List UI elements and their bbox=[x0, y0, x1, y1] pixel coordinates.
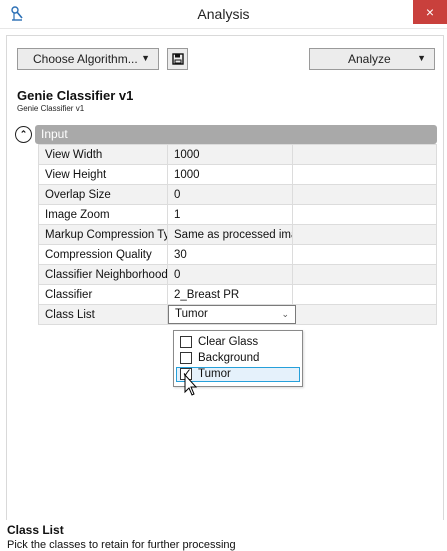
toolbar: Choose Algorithm... ▼ Analyze ▼ bbox=[7, 36, 443, 76]
class-option-clear-glass[interactable]: Clear Glass bbox=[176, 335, 300, 350]
property-name: Classifier bbox=[38, 284, 168, 305]
analysis-window: Analysis × Choose Algorithm... ▼ Analyze… bbox=[0, 0, 447, 551]
title-bar[interactable]: Analysis × bbox=[0, 0, 447, 29]
property-row[interactable]: View Height 1000 bbox=[38, 164, 437, 185]
property-extra-cell bbox=[292, 184, 437, 205]
property-extra-cell bbox=[292, 304, 437, 325]
property-row[interactable]: Classifier 2_Breast PR bbox=[38, 284, 437, 305]
choose-algorithm-label: Choose Algorithm... bbox=[33, 52, 138, 66]
property-value[interactable]: 0 bbox=[167, 184, 293, 205]
property-row[interactable]: Image Zoom 1 bbox=[38, 204, 437, 225]
property-row[interactable]: Markup Compression Type Same as processe… bbox=[38, 224, 437, 245]
property-value[interactable]: 30 bbox=[167, 244, 293, 265]
property-row[interactable]: View Width 1000 bbox=[38, 144, 437, 165]
property-value[interactable]: 2_Breast PR bbox=[167, 284, 293, 305]
option-label: Tumor bbox=[198, 368, 231, 380]
class-list-dropdown[interactable]: Tumor ⌄ bbox=[168, 305, 296, 324]
property-value[interactable]: 0 bbox=[167, 264, 293, 285]
option-label: Background bbox=[198, 352, 260, 364]
input-section-header[interactable]: Input bbox=[35, 125, 437, 144]
property-value[interactable]: 1 bbox=[167, 204, 293, 225]
chevron-up-icon: ⌃ bbox=[19, 129, 28, 139]
property-extra-cell bbox=[292, 204, 437, 225]
description-title: Class List bbox=[7, 523, 64, 537]
property-name: View Width bbox=[38, 144, 168, 165]
window-title: Analysis bbox=[197, 6, 250, 22]
algorithm-subtitle: Genie Classifier v1 bbox=[17, 104, 85, 113]
property-row[interactable]: Overlap Size 0 bbox=[38, 184, 437, 205]
property-grid: View Width 1000 View Height 1000 Overlap… bbox=[38, 144, 437, 325]
choose-algorithm-button[interactable]: Choose Algorithm... ▼ bbox=[17, 48, 159, 70]
property-name: Classifier Neighborhood bbox=[38, 264, 168, 285]
close-icon: × bbox=[425, 4, 435, 20]
property-extra-cell bbox=[292, 144, 437, 165]
analyze-button[interactable]: Analyze ▼ bbox=[309, 48, 435, 70]
property-value[interactable]: 1000 bbox=[167, 144, 293, 165]
option-label: Clear Glass bbox=[198, 336, 259, 348]
dropdown-arrow-icon: ▼ bbox=[417, 53, 426, 63]
description-text: Pick the classes to retain for further p… bbox=[7, 539, 236, 551]
property-extra-cell bbox=[292, 264, 437, 285]
property-value[interactable]: 1000 bbox=[167, 164, 293, 185]
save-icon bbox=[171, 53, 184, 65]
property-row[interactable]: Compression Quality 30 bbox=[38, 244, 437, 265]
checkbox[interactable] bbox=[180, 336, 192, 348]
class-list-cell[interactable]: Tumor ⌄ bbox=[167, 304, 296, 325]
property-value[interactable]: Same as processed image bbox=[167, 224, 293, 245]
algorithm-name: Genie Classifier v1 bbox=[17, 88, 134, 103]
property-row[interactable]: Classifier Neighborhood 0 bbox=[38, 264, 437, 285]
save-button[interactable] bbox=[167, 48, 188, 70]
property-name: Class List bbox=[38, 304, 168, 325]
property-name: View Height bbox=[38, 164, 168, 185]
checkbox[interactable] bbox=[180, 352, 192, 364]
property-row-class-list[interactable]: Class List Tumor ⌄ bbox=[38, 304, 437, 325]
property-name: Image Zoom bbox=[38, 204, 168, 225]
property-extra-cell bbox=[292, 244, 437, 265]
class-option-background[interactable]: Background bbox=[176, 351, 300, 366]
property-extra-cell bbox=[292, 224, 437, 245]
analyze-label: Analyze bbox=[348, 52, 391, 66]
chevron-down-icon: ⌄ bbox=[281, 309, 289, 319]
property-name: Compression Quality bbox=[38, 244, 168, 265]
collapse-section-button[interactable]: ⌃ bbox=[15, 126, 32, 143]
mouse-cursor-icon bbox=[184, 374, 198, 396]
property-extra-cell bbox=[292, 284, 437, 305]
close-button[interactable]: × bbox=[413, 0, 447, 24]
dropdown-arrow-icon: ▼ bbox=[141, 53, 150, 63]
section-title: Input bbox=[41, 127, 68, 141]
property-name: Overlap Size bbox=[38, 184, 168, 205]
class-list-value: Tumor bbox=[175, 308, 208, 320]
analysis-panel: Choose Algorithm... ▼ Analyze ▼ Genie Cl… bbox=[6, 35, 444, 551]
property-extra-cell bbox=[292, 164, 437, 185]
property-name: Markup Compression Type bbox=[38, 224, 168, 245]
